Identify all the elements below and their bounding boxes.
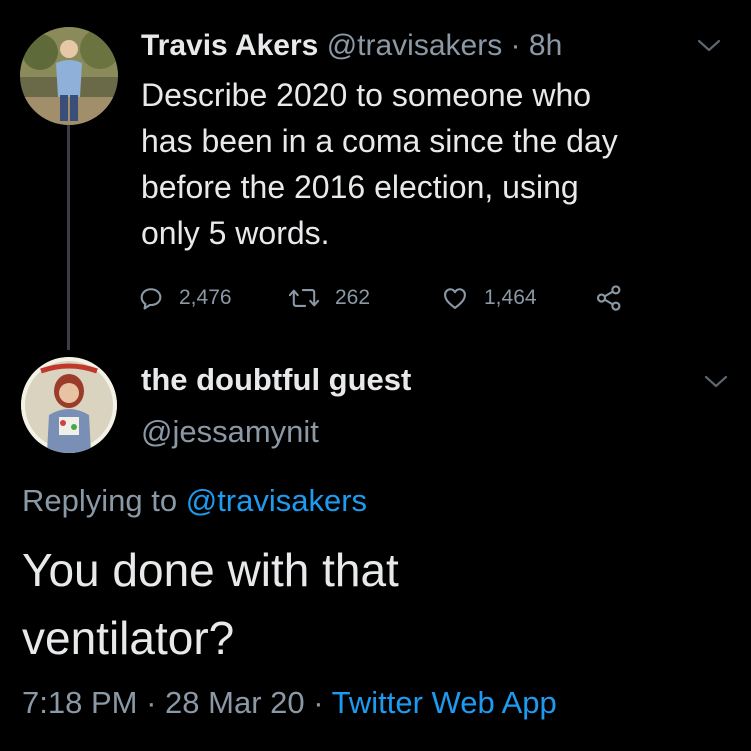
reply-date[interactable]: 28 Mar 20 [165, 685, 305, 720]
tweet-text-line: has been in a coma since the day [141, 123, 618, 159]
tweet-text-line: only 5 words. [141, 215, 330, 251]
reply-time[interactable]: 7:18 PM [22, 685, 137, 720]
reply-text-line: You done with that [22, 544, 399, 596]
avatar-travis-akers[interactable] [20, 27, 118, 125]
separator: · [510, 29, 521, 62]
reply-footer: 7:18 PM · 28 Mar 20 · Twitter Web App [22, 682, 557, 724]
retweet-icon [288, 289, 320, 307]
tweet-time[interactable]: 8h [529, 29, 562, 62]
reply-button[interactable]: 2,476 [137, 281, 232, 315]
heart-icon [444, 288, 466, 309]
like-count: 1,464 [484, 286, 537, 309]
reply-author-handle[interactable]: @jessamynit [141, 412, 319, 452]
retweet-button[interactable]: 262 [287, 281, 370, 315]
tweet-text: Describe 2020 to someone who has been in… [141, 72, 741, 256]
reply-icon [140, 288, 162, 310]
author-handle[interactable]: @travisakers [327, 29, 503, 62]
reply-text-line: ventilator? [22, 612, 235, 664]
retweet-count: 262 [335, 286, 371, 309]
reply-count: 2,476 [179, 286, 232, 309]
like-button[interactable]: 1,464 [440, 281, 537, 315]
share-button[interactable] [594, 281, 638, 315]
avatar-the-doubtful-guest[interactable] [21, 357, 117, 453]
author-name[interactable]: Travis Akers [141, 29, 318, 62]
tweet-text-line: before the 2016 election, using [141, 169, 579, 205]
replying-to-line: Replying to @travisakers [22, 480, 367, 522]
thread-line [67, 124, 70, 350]
separator: · [313, 685, 324, 720]
replying-prefix: Replying to [22, 483, 178, 518]
reply-text: You done with that ventilator? [22, 536, 399, 672]
separator: · [146, 685, 157, 720]
replying-to-mention[interactable]: @travisakers [186, 483, 367, 518]
share-icon [596, 285, 621, 311]
chevron-down-icon[interactable] [696, 38, 722, 54]
tweet-header: Travis Akers @travisakers · 8h [141, 27, 562, 65]
source-app-link[interactable]: Twitter Web App [332, 685, 557, 720]
chevron-down-icon[interactable] [703, 374, 729, 390]
reply-author-name[interactable]: the doubtful guest [141, 360, 411, 400]
tweet-text-line: Describe 2020 to someone who [141, 77, 592, 113]
